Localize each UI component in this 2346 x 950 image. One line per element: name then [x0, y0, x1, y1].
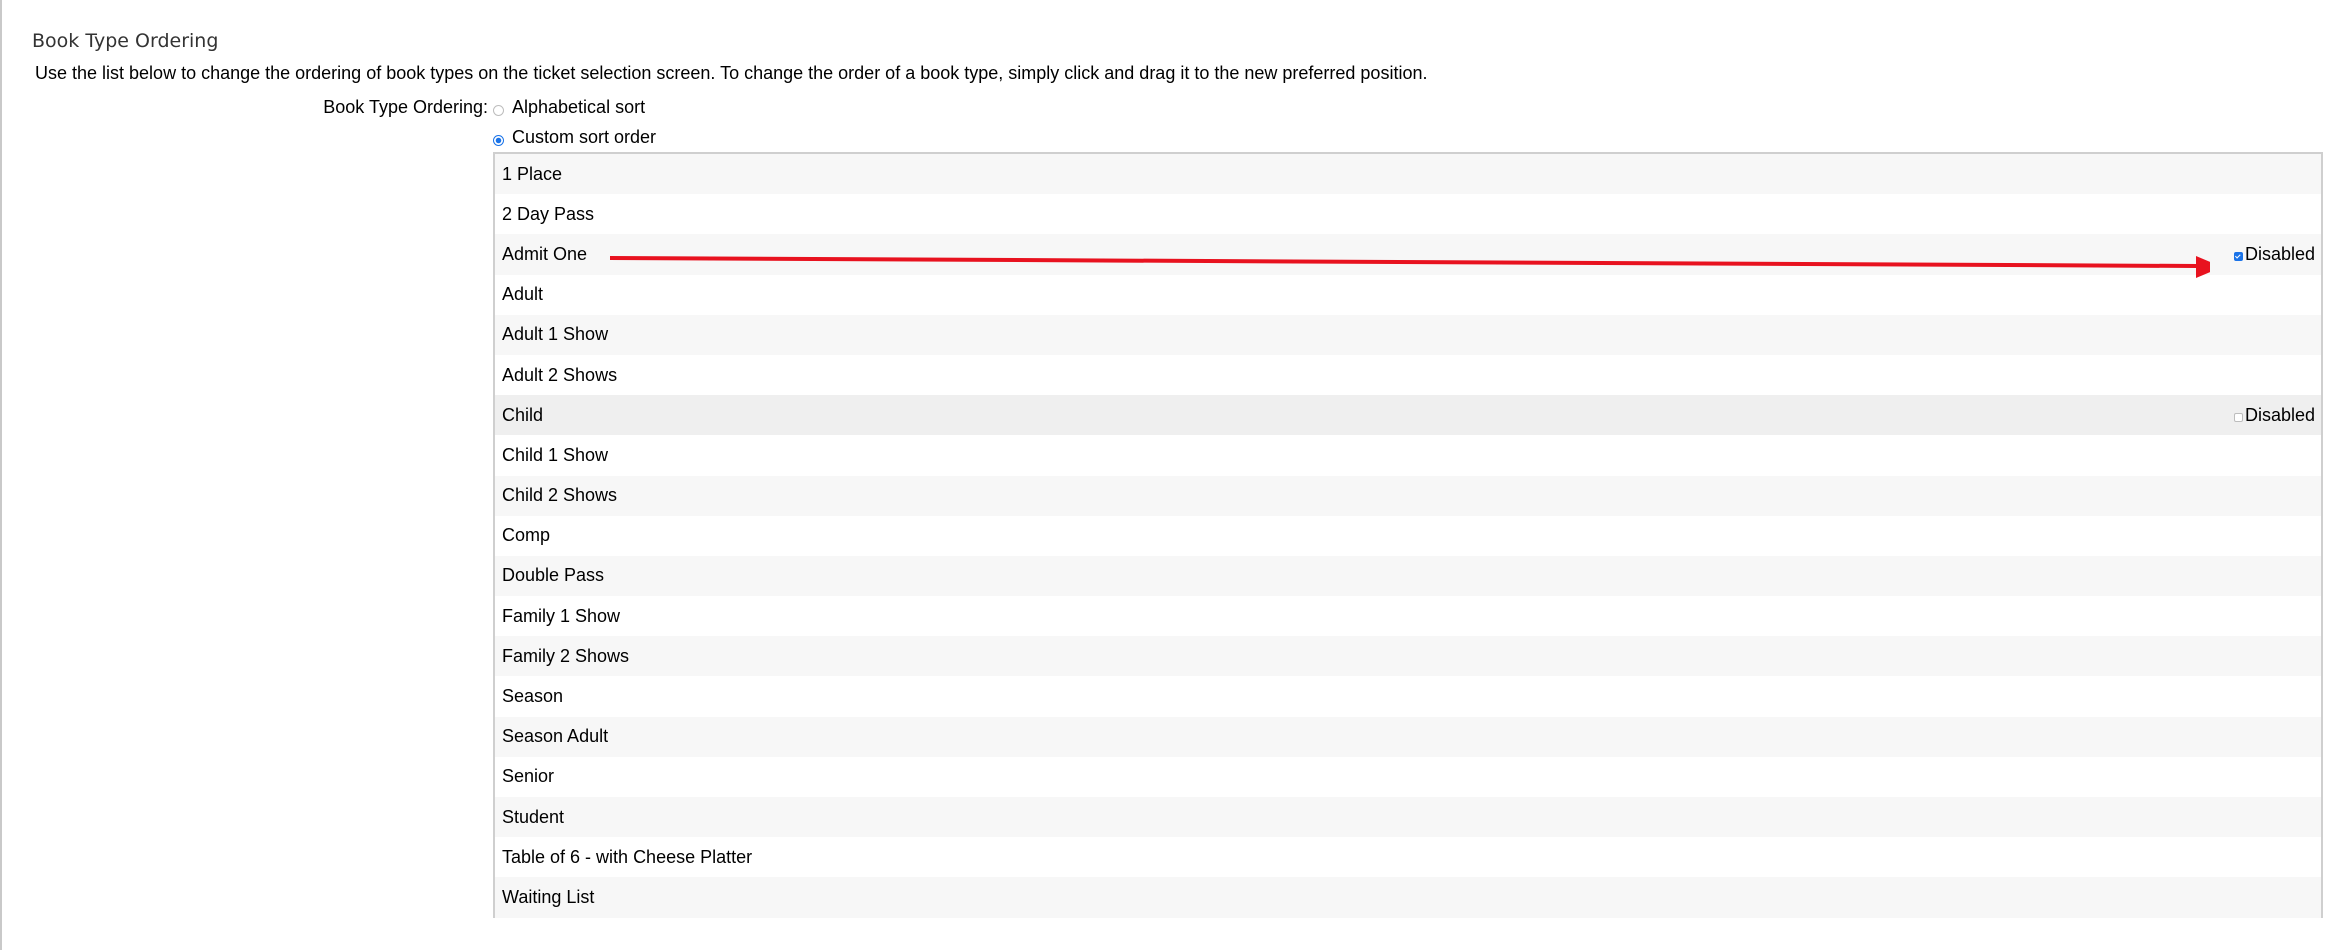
book-type-row[interactable]: Table of 6 - with Cheese Platter	[495, 837, 2321, 878]
book-type-row[interactable]: Adult 1 Show	[495, 314, 2321, 355]
book-type-row[interactable]: Waiting List	[495, 877, 2321, 918]
book-type-row[interactable]: Double Pass	[495, 555, 2321, 597]
custom-sort-label: Custom sort order	[512, 127, 657, 147]
book-type-name: Double Pass	[502, 565, 605, 586]
alphabetical-sort-label: Alphabetical sort	[512, 97, 646, 117]
book-type-row[interactable]: Child 2 Shows	[495, 475, 2321, 516]
disabled-label: Disabled	[2244, 404, 2315, 425]
book-type-row[interactable]: Admit One Disabled	[495, 234, 2321, 275]
book-type-sortable-list[interactable]: 1 Place 2 Day Pass Admit One Disabled Adult A…	[493, 152, 2323, 918]
book-type-name: Season Adult	[502, 726, 609, 747]
disabled-toggle[interactable]: Disabled	[2233, 395, 2315, 435]
book-type-name: Child 1 Show	[502, 444, 609, 465]
custom-sort-option[interactable]: Custom sort order	[493, 124, 656, 150]
book-type-row[interactable]: Season	[495, 676, 2321, 717]
book-type-name: Comp	[502, 525, 551, 546]
page-left-border	[0, 0, 2, 950]
custom-sort-radio[interactable]	[493, 134, 504, 146]
section-title: Book Type Ordering	[32, 30, 219, 52]
book-type-name: Waiting List	[502, 886, 595, 907]
book-type-name: Student	[502, 806, 565, 827]
book-type-row[interactable]: Senior	[495, 756, 2321, 797]
alphabetical-sort-option[interactable]: Alphabetical sort	[493, 94, 645, 120]
book-type-name: Adult	[502, 284, 544, 305]
book-type-row[interactable]: 2 Day Pass	[495, 194, 2321, 235]
book-type-name: 2 Day Pass	[502, 203, 595, 224]
book-type-name: Adult 1 Show	[502, 324, 609, 345]
book-type-name: Child 2 Shows	[502, 485, 618, 506]
book-type-ordering-label: Book Type Ordering:	[323, 97, 488, 117]
book-type-row[interactable]: Child 1 Show	[495, 435, 2321, 476]
book-type-name: Family 2 Shows	[502, 645, 630, 666]
book-type-name: Season	[502, 686, 564, 707]
book-type-row[interactable]: 1 Place	[495, 154, 2321, 195]
book-type-row[interactable]: Adult	[495, 274, 2321, 315]
book-type-row[interactable]: Child Disabled	[495, 395, 2321, 436]
book-type-name: Adult 2 Shows	[502, 364, 618, 385]
book-type-name: Senior	[502, 766, 555, 787]
book-type-name: Admit One	[502, 243, 588, 264]
book-type-row[interactable]: Family 2 Shows	[495, 636, 2321, 677]
book-type-row[interactable]: Family 1 Show	[495, 596, 2321, 637]
book-type-name: 1 Place	[502, 163, 563, 184]
disabled-toggle[interactable]: Disabled	[2233, 234, 2315, 274]
section-description: Use the list below to change the orderin…	[35, 63, 1428, 83]
book-type-row[interactable]: Season Adult	[495, 716, 2321, 757]
book-type-name: Table of 6 - with Cheese Platter	[502, 846, 753, 867]
disabled-label: Disabled	[2244, 243, 2315, 264]
disabled-checkbox[interactable]	[2233, 413, 2243, 423]
book-type-name: Child	[502, 404, 544, 425]
book-type-row[interactable]: Comp	[495, 515, 2321, 556]
book-type-name: Family 1 Show	[502, 605, 621, 626]
book-type-row[interactable]: Student	[495, 797, 2321, 838]
alphabetical-sort-radio[interactable]	[493, 104, 504, 116]
book-type-row[interactable]: Adult 2 Shows	[495, 354, 2321, 396]
disabled-checkbox[interactable]	[2233, 252, 2243, 262]
